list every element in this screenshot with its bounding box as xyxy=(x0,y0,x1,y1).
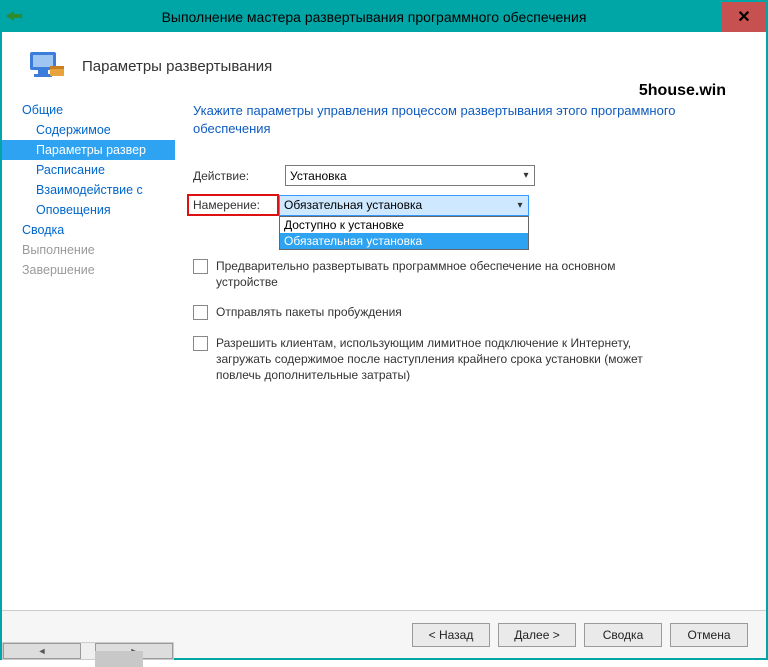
sidebar-item-completion: Завершение xyxy=(2,260,175,280)
check-predeploy-label: Предварительно развертывать программное … xyxy=(216,258,676,290)
check-predeploy-row: Предварительно развертывать программное … xyxy=(193,258,738,290)
scroll-left-button[interactable]: ◄ xyxy=(3,643,81,659)
page-header: Параметры развертывания 5house.win xyxy=(2,32,766,96)
page-title: Параметры развертывания xyxy=(82,58,272,75)
action-label: Действие: xyxy=(193,169,285,183)
check-wakeup[interactable] xyxy=(193,305,208,320)
next-button[interactable]: Далее > xyxy=(498,623,576,647)
sidebar-item-alerts[interactable]: Оповещения xyxy=(2,200,175,220)
check-metered-row: Разрешить клиентам, использующим лимитно… xyxy=(193,335,738,384)
check-metered-label: Разрешить клиентам, использующим лимитно… xyxy=(216,335,676,384)
action-row: Действие: Установка ▾ xyxy=(193,165,738,186)
close-button[interactable]: ✕ xyxy=(722,2,766,32)
chevron-down-icon: ▾ xyxy=(518,170,534,181)
nav-arrow-icon xyxy=(2,9,26,26)
wizard-sidebar: Общие Содержимое Параметры развер Распис… xyxy=(2,96,175,610)
purpose-row: Намерение: Обязательная установка ▾ Дост… xyxy=(193,194,738,216)
check-wakeup-row: Отправлять пакеты пробуждения xyxy=(193,304,738,320)
chevron-down-icon: ▾ xyxy=(512,200,528,211)
back-button[interactable]: < Назад xyxy=(412,623,490,647)
action-select[interactable]: Установка ▾ xyxy=(285,165,535,186)
wizard-content: Укажите параметры управления процессом р… xyxy=(175,96,766,610)
summary-button[interactable]: Сводка xyxy=(584,623,662,647)
purpose-option-available[interactable]: Доступно к установке xyxy=(280,217,528,233)
purpose-select-value: Обязательная установка xyxy=(284,198,422,212)
titlebar: Выполнение мастера развертывания програм… xyxy=(2,2,766,32)
wizard-window: Выполнение мастера развертывания програм… xyxy=(0,0,768,660)
action-select-value: Установка xyxy=(290,169,347,183)
sidebar-item-user-experience[interactable]: Взаимодействие с xyxy=(2,180,175,200)
sidebar-item-schedule[interactable]: Расписание xyxy=(2,160,175,180)
sidebar-item-content[interactable]: Содержимое xyxy=(2,120,175,140)
check-wakeup-label: Отправлять пакеты пробуждения xyxy=(216,304,402,320)
wizard-footer: ◄ ► < Назад Далее > Сводка Отмена xyxy=(2,610,766,658)
wizard-computer-icon xyxy=(26,46,66,86)
purpose-dropdown: Доступно к установке Обязательная устано… xyxy=(279,216,529,250)
sidebar-item-deploy-params[interactable]: Параметры развер xyxy=(2,140,175,160)
window-title: Выполнение мастера развертывания програм… xyxy=(26,9,722,25)
purpose-select[interactable]: Обязательная установка ▾ Доступно к уста… xyxy=(279,195,529,216)
instruction-text: Укажите параметры управления процессом р… xyxy=(193,102,738,137)
scroll-thumb[interactable] xyxy=(95,651,143,667)
cancel-button[interactable]: Отмена xyxy=(670,623,748,647)
sidebar-hscrollbar[interactable]: ◄ ► xyxy=(2,642,174,660)
sidebar-item-general[interactable]: Общие xyxy=(2,100,175,120)
check-predeploy[interactable] xyxy=(193,259,208,274)
check-metered[interactable] xyxy=(193,336,208,351)
purpose-option-required[interactable]: Обязательная установка xyxy=(280,233,528,249)
sidebar-item-summary[interactable]: Сводка xyxy=(2,220,175,240)
wizard-body: Общие Содержимое Параметры развер Распис… xyxy=(2,96,766,610)
sidebar-item-progress: Выполнение xyxy=(2,240,175,260)
purpose-label: Намерение: xyxy=(187,194,279,216)
options-group: Предварительно развертывать программное … xyxy=(193,258,738,383)
